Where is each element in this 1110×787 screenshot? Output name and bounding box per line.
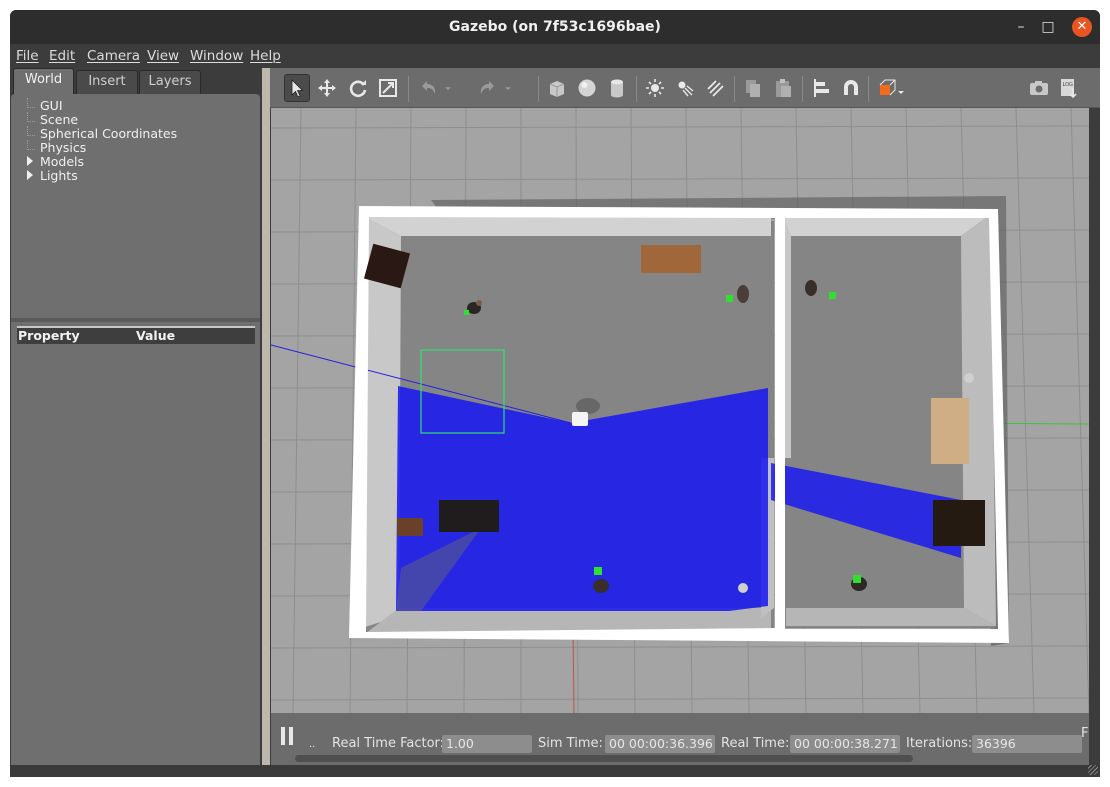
gazebo-window: Gazebo (on 7f53c1696bae) – □ ✕ File Edit…	[10, 10, 1100, 777]
bottom-strip	[10, 765, 1100, 777]
menu-camera[interactable]: Camera	[87, 48, 140, 64]
toolbar-separator	[408, 76, 409, 102]
property-header: Property Value	[17, 326, 255, 344]
menu-window[interactable]: Window	[190, 48, 243, 64]
close-button[interactable]: ✕	[1072, 17, 1092, 37]
window-title: Gazebo (on 7f53c1696bae)	[449, 19, 661, 35]
toolbar-separator	[734, 76, 735, 102]
table-model[interactable]	[439, 500, 499, 532]
vertical-splitter[interactable]	[262, 68, 270, 765]
directional-light-icon[interactable]	[702, 74, 728, 102]
undo-icon[interactable]	[415, 74, 441, 102]
toolbar-separator	[802, 76, 803, 102]
x-axis-line	[572, 627, 575, 713]
real-time-factor-value: 1.00	[442, 735, 532, 753]
scale-mode-icon[interactable]	[375, 74, 401, 102]
real-time-label: Real Time:	[721, 736, 790, 751]
align-icon[interactable]	[808, 74, 834, 102]
redo-dropdown-icon[interactable]	[500, 74, 516, 102]
log-label: LOG	[1063, 82, 1074, 88]
cylinder-shape-icon[interactable]	[604, 74, 630, 102]
iterations-label: Iterations:	[906, 736, 973, 751]
3d-viewport[interactable]	[271, 108, 1089, 713]
tab-insert[interactable]: Insert	[76, 70, 138, 94]
minimize-button[interactable]: –	[1011, 17, 1031, 37]
tree-item-scene[interactable]: Scene	[40, 112, 78, 127]
lamp-model[interactable]	[964, 373, 974, 383]
paste-icon[interactable]	[770, 74, 796, 102]
tree-item-models[interactable]: Models	[40, 154, 84, 169]
tree-branch	[27, 98, 35, 108]
menu-file[interactable]: File	[16, 48, 39, 64]
panel-tabs: World Insert Layers	[10, 68, 262, 94]
toolbar-separator	[868, 76, 869, 102]
real-time-value: 00 00:00:38.271	[790, 735, 900, 753]
menu-help[interactable]: Help	[250, 48, 281, 64]
maximize-button[interactable]: □	[1038, 17, 1058, 37]
expand-arrow-icon[interactable]	[27, 170, 33, 180]
select-mode-icon[interactable]	[284, 74, 310, 102]
snap-icon[interactable]	[838, 74, 864, 102]
property-panel: Property Value	[11, 322, 260, 765]
tree-branch	[27, 140, 35, 150]
scene-render[interactable]	[271, 108, 1089, 713]
tree-item-spherical-coordinates[interactable]: Spherical Coordinates	[40, 126, 177, 141]
sphere-shape-icon[interactable]	[574, 74, 600, 102]
pause-icon[interactable]	[281, 727, 295, 745]
sim-time-value: 00 00:00:36.396	[605, 735, 715, 753]
horizontal-scrollbar[interactable]	[295, 755, 913, 762]
box-shape-icon[interactable]	[544, 74, 570, 102]
point-light-icon[interactable]	[642, 74, 668, 102]
tree-item-gui[interactable]: GUI	[40, 98, 63, 113]
redo-icon[interactable]	[475, 74, 501, 102]
tree-item-lights[interactable]: Lights	[40, 168, 78, 183]
menu-view[interactable]: View	[147, 48, 179, 64]
undo-dropdown-icon[interactable]	[440, 74, 456, 102]
shelf-model[interactable]	[933, 500, 985, 546]
property-column-header: Property	[18, 328, 80, 343]
spot-light-icon[interactable]	[672, 74, 698, 102]
tree-branch	[27, 126, 35, 136]
menu-edit[interactable]: Edit	[49, 48, 75, 64]
tab-world[interactable]: World	[13, 68, 74, 94]
left-panel: World Insert Layers GUI Scene Spherical …	[10, 68, 262, 765]
status-overflow-letter: F	[1081, 726, 1089, 741]
sofa-model[interactable]	[931, 398, 969, 464]
tab-layers[interactable]: Layers	[139, 70, 201, 94]
iterations-value: 36396	[972, 735, 1082, 753]
title-bar: Gazebo (on 7f53c1696bae) – □ ✕	[10, 10, 1100, 44]
toolbar-separator	[636, 76, 637, 102]
translate-mode-icon[interactable]	[314, 74, 340, 102]
world-tree: GUI Scene Spherical Coordinates Physics …	[11, 94, 260, 318]
rotate-mode-icon[interactable]	[345, 74, 371, 102]
value-column-header: Value	[136, 328, 176, 343]
menu-bar: File Edit Camera View Window Help	[10, 44, 1100, 68]
copy-icon[interactable]	[740, 74, 766, 102]
resize-grip[interactable]	[1088, 765, 1098, 775]
chair-model[interactable]	[397, 518, 423, 536]
status-bar: .. Real Time Factor: 1.00 Sim Time: 00 0…	[271, 713, 1089, 765]
lamp-model[interactable]	[738, 583, 748, 593]
tree-branch	[27, 112, 35, 122]
bench-model[interactable]	[641, 245, 701, 273]
tree-item-physics[interactable]: Physics	[40, 140, 86, 155]
sim-time-label: Sim Time:	[538, 736, 603, 751]
real-time-factor-label: Real Time Factor:	[332, 736, 445, 751]
expand-arrow-icon[interactable]	[27, 156, 33, 166]
log-icon[interactable]: LOG	[1056, 74, 1082, 102]
view-angle-icon[interactable]	[874, 74, 908, 102]
right-border	[1089, 108, 1100, 765]
screenshot-icon[interactable]	[1026, 74, 1052, 102]
toolbar-separator	[538, 76, 539, 102]
toolbar: LOG	[270, 68, 1100, 108]
wall-face	[786, 608, 996, 626]
step-button[interactable]: ..	[309, 739, 315, 750]
